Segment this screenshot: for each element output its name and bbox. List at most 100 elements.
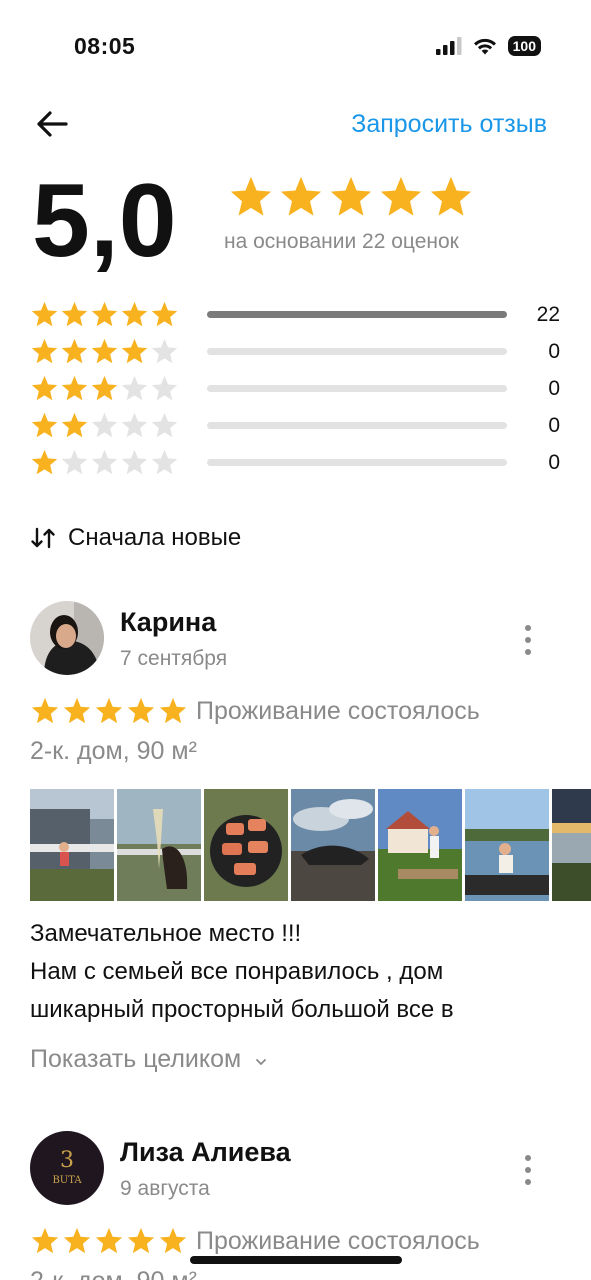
- star-filled-icon: [159, 1227, 187, 1254]
- request-review-link[interactable]: Запросить отзыв: [351, 110, 547, 139]
- distribution-bar: [207, 385, 507, 392]
- distribution-stars: [30, 300, 206, 329]
- star-empty-icon: [151, 338, 178, 364]
- distribution-row: 0: [30, 407, 565, 444]
- star-filled-icon: [91, 375, 118, 401]
- star-filled-icon: [280, 176, 322, 216]
- star-filled-icon: [151, 301, 178, 327]
- distribution-count: 0: [548, 413, 560, 437]
- more-options-button[interactable]: [522, 625, 534, 655]
- star-filled-icon: [31, 449, 58, 475]
- reviewer-name: Карина: [120, 607, 217, 637]
- chevron-down-icon: [256, 1059, 267, 1066]
- star-filled-icon: [380, 176, 422, 216]
- review-text-line: шикарный просторный большой все в: [30, 996, 454, 1023]
- signal-icon: [435, 37, 462, 55]
- room-type: 2-к. дом, 90 м²: [30, 737, 197, 765]
- star-filled-icon: [330, 176, 372, 216]
- star-filled-icon: [230, 176, 272, 216]
- svg-text:3: 3: [60, 1148, 74, 1173]
- star-filled-icon: [31, 375, 58, 401]
- review-photo[interactable]: [291, 789, 375, 901]
- rating-value: 5,0: [32, 163, 177, 279]
- star-empty-icon: [151, 375, 178, 401]
- review-photo[interactable]: [30, 789, 114, 901]
- review-photo[interactable]: [552, 789, 591, 901]
- review-text: Замечательное место !!! Нам с семьей все…: [30, 915, 550, 1029]
- star-filled-icon: [63, 697, 91, 724]
- distribution-row: 0: [30, 444, 565, 481]
- back-arrow-icon: [37, 111, 68, 137]
- review-photo[interactable]: [465, 789, 549, 901]
- star-empty-icon: [61, 449, 88, 475]
- star-filled-icon: [127, 1227, 155, 1254]
- star-empty-icon: [121, 449, 148, 475]
- review-text-line: Нам с семьей все понравилось , дом: [30, 958, 444, 985]
- status-icons: 100: [435, 36, 541, 56]
- distribution-count: 0: [548, 376, 560, 400]
- more-vertical-icon: [525, 1155, 531, 1161]
- top-nav: Запросить отзыв: [0, 100, 591, 150]
- distribution-bar-fill: [207, 311, 507, 318]
- star-filled-icon: [95, 1227, 123, 1254]
- avatar[interactable]: 3 BUTA: [30, 1131, 104, 1205]
- more-vertical-icon: [525, 625, 531, 631]
- distribution-stars: [30, 448, 206, 477]
- review-text-line: Замечательное место !!!: [30, 920, 302, 947]
- star-filled-icon: [31, 338, 58, 364]
- review-stars: [30, 1226, 188, 1256]
- status-bar: 08:05 100: [0, 0, 591, 96]
- star-empty-icon: [91, 449, 118, 475]
- star-filled-icon: [31, 412, 58, 438]
- star-filled-icon: [31, 1227, 59, 1254]
- stay-status: Проживание состоялось: [196, 1227, 480, 1255]
- distribution-row: 0: [30, 370, 565, 407]
- show-more-label: Показать целиком: [30, 1045, 242, 1073]
- star-filled-icon: [63, 1227, 91, 1254]
- star-filled-icon: [91, 301, 118, 327]
- sort-button[interactable]: Сначала новые: [30, 524, 241, 552]
- star-empty-icon: [151, 412, 178, 438]
- stay-status: Проживание состоялось: [196, 697, 480, 725]
- review-photo[interactable]: [117, 789, 201, 901]
- distribution-count: 0: [548, 450, 560, 474]
- avatar-logo-text: BUTA: [52, 1175, 82, 1186]
- star-filled-icon: [61, 412, 88, 438]
- distribution-count: 0: [548, 339, 560, 363]
- star-filled-icon: [61, 338, 88, 364]
- rating-count-text: на основании 22 оценок: [224, 230, 459, 253]
- star-empty-icon: [91, 412, 118, 438]
- review-date: 7 сентября: [120, 647, 228, 670]
- distribution-stars: [30, 337, 206, 366]
- star-filled-icon: [31, 697, 59, 724]
- review-photos[interactable]: [30, 789, 591, 901]
- reviewer-name: Лиза Алиева: [120, 1137, 291, 1167]
- battery-indicator: 100: [507, 36, 541, 56]
- review-photo[interactable]: [378, 789, 462, 901]
- back-button[interactable]: [32, 104, 72, 144]
- star-empty-icon: [121, 375, 148, 401]
- star-filled-icon: [159, 697, 187, 724]
- review-photo[interactable]: [204, 789, 288, 901]
- star-empty-icon: [121, 412, 148, 438]
- distribution-stars: [30, 374, 206, 403]
- star-filled-icon: [95, 697, 123, 724]
- review-date: 9 августа: [120, 1177, 210, 1200]
- star-filled-icon: [61, 301, 88, 327]
- star-filled-icon: [91, 338, 118, 364]
- distribution-row: 22: [30, 296, 565, 333]
- sort-icon: [31, 527, 55, 549]
- avatar[interactable]: [30, 601, 104, 675]
- home-indicator[interactable]: [190, 1256, 402, 1264]
- distribution-row: 0: [30, 333, 565, 370]
- status-time: 08:05: [74, 33, 136, 59]
- sort-label: Сначала новые: [68, 524, 242, 551]
- rating-stars: [228, 174, 474, 220]
- rating-distribution: 22 0 0 0 0: [30, 296, 565, 481]
- star-filled-icon: [61, 375, 88, 401]
- star-filled-icon: [31, 301, 58, 327]
- more-options-button[interactable]: [522, 1155, 534, 1185]
- show-more-button[interactable]: Показать целиком: [30, 1045, 268, 1074]
- distribution-stars: [30, 411, 206, 440]
- distribution-bar: [207, 348, 507, 355]
